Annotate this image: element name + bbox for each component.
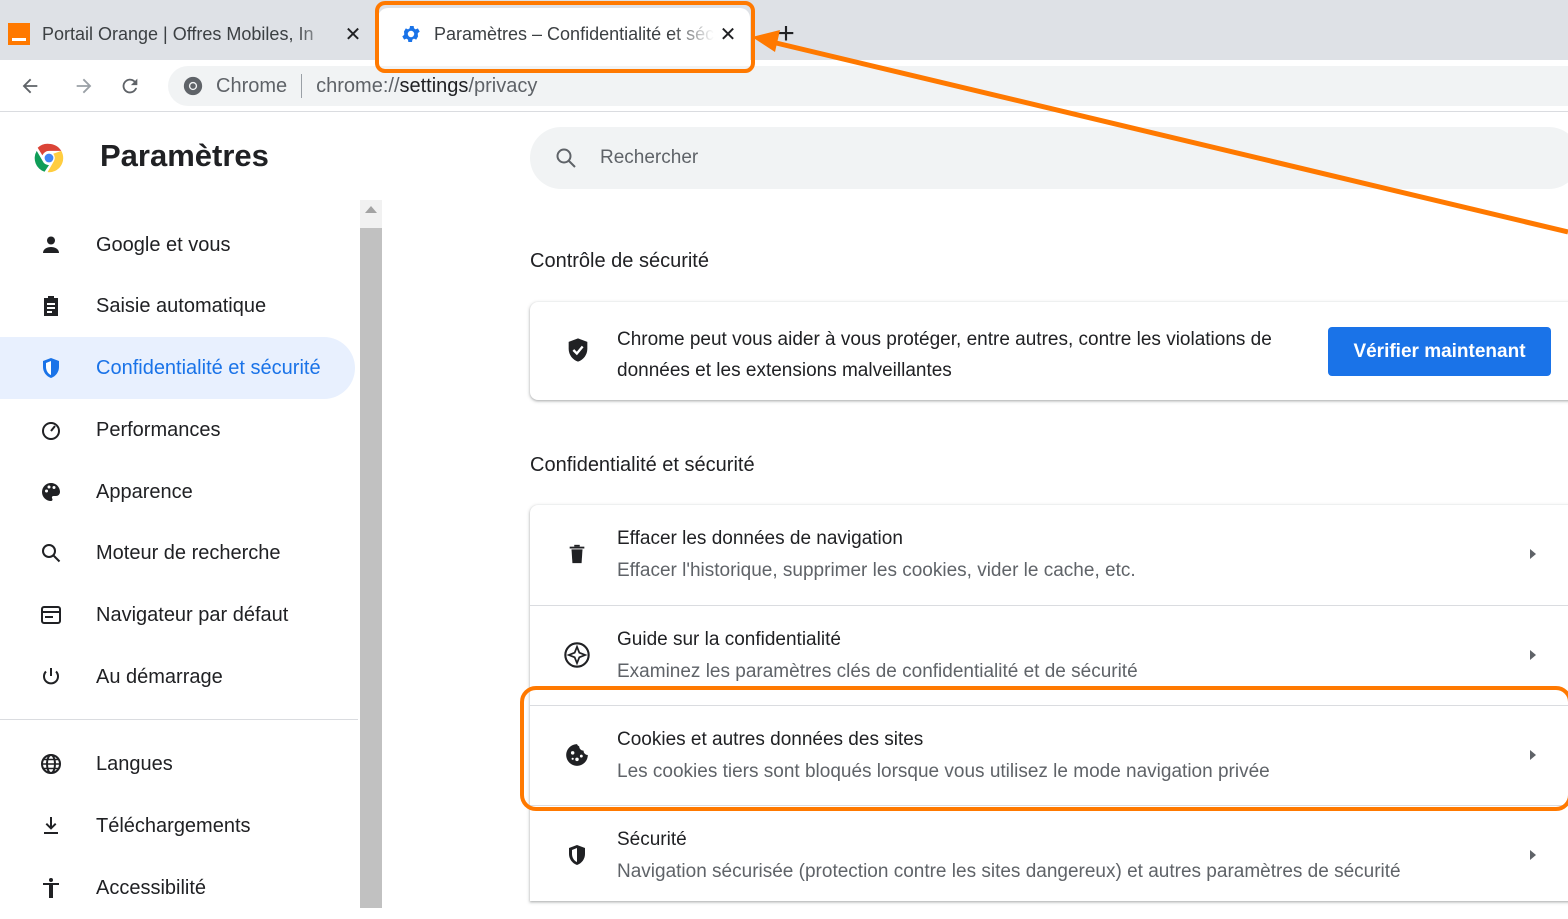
reload-icon[interactable] xyxy=(112,68,148,104)
sidebar-item-autofill[interactable]: Saisie automatique xyxy=(0,275,355,337)
power-icon xyxy=(36,662,66,692)
highlight-settings-tab xyxy=(375,1,755,73)
sidebar-item-startup[interactable]: Au démarrage xyxy=(0,646,355,708)
globe-icon xyxy=(36,749,66,779)
row-subtitle: Effacer l'historique, supprimer les cook… xyxy=(617,560,1136,581)
sidebar-item-label: Téléchargements xyxy=(96,814,251,837)
row-title: Guide sur la confidentialité xyxy=(617,629,841,650)
palette-icon xyxy=(36,477,66,507)
scroll-thumb[interactable] xyxy=(360,228,382,908)
close-icon[interactable]: ✕ xyxy=(339,20,367,48)
safety-check-text: Chrome peut vous aider à vous protéger, … xyxy=(617,329,1272,381)
sidebar-item-downloads[interactable]: Téléchargements xyxy=(0,795,355,857)
chrome-small-icon xyxy=(183,76,203,96)
arrow-right-icon xyxy=(1530,549,1536,559)
shield-check-icon xyxy=(568,338,588,362)
chrome-logo-icon xyxy=(34,143,64,173)
tab-title: Portail Orange | Offres Mobiles, In xyxy=(42,23,314,44)
sidebar-scrollbar[interactable] xyxy=(360,200,382,908)
row-title: Sécurité xyxy=(617,829,687,850)
sidebar-item-google[interactable]: Google et vous xyxy=(0,214,355,276)
accessibility-icon xyxy=(36,873,66,903)
sidebar-item-label: Saisie automatique xyxy=(96,294,267,317)
sidebar-item-languages[interactable]: Langues xyxy=(0,733,355,795)
shield-icon xyxy=(36,353,66,383)
sidebar-item-label: Confidentialité et sécurité xyxy=(96,356,321,379)
person-icon xyxy=(36,230,66,260)
sidebar-item-label: Apparence xyxy=(96,480,193,503)
tab-orange-portal[interactable]: Portail Orange | Offres Mobiles, In ✕ xyxy=(0,8,375,60)
safety-check-card: Chrome peut vous aider à vous protéger, … xyxy=(530,302,1568,400)
sidebar-item-performance[interactable]: Performances xyxy=(0,399,355,461)
speedometer-icon xyxy=(36,415,66,445)
omnibox-separator xyxy=(301,74,303,98)
clipboard-icon xyxy=(36,291,66,321)
arrow-right-icon xyxy=(1530,650,1536,660)
sidebar-item-search-engine[interactable]: Moteur de recherche xyxy=(0,522,355,584)
sidebar-item-appearance[interactable]: Apparence xyxy=(0,461,355,523)
search-input[interactable]: Rechercher xyxy=(530,127,1568,189)
arrow-right-icon xyxy=(1530,850,1536,860)
browser-icon xyxy=(36,600,66,630)
search-icon xyxy=(556,148,576,168)
download-icon xyxy=(36,811,66,841)
row-title: Effacer les données de navigation xyxy=(617,528,903,549)
scroll-up-icon[interactable] xyxy=(365,206,377,213)
sidebar-item-label: Performances xyxy=(96,418,221,441)
safety-check-heading: Contrôle de sécurité xyxy=(530,250,709,272)
row-subtitle: Navigation sécurisée (protection contre … xyxy=(617,861,1401,882)
new-tab-button[interactable]: + xyxy=(768,16,804,52)
sidebar-item-label: Navigateur par défaut xyxy=(96,603,289,626)
sidebar-item-label: Accessibilité xyxy=(96,876,207,899)
sidebar-item-default-browser[interactable]: Navigateur par défaut xyxy=(0,584,355,646)
orange-logo-icon xyxy=(8,23,30,45)
address-bar[interactable]: Chrome chrome://settings/privacy xyxy=(168,66,1568,106)
sidebar-divider xyxy=(0,719,358,720)
search-icon xyxy=(36,538,66,568)
tab-strip: Portail Orange | Offres Mobiles, In ✕ Pa… xyxy=(0,0,1568,60)
sidebar-item-privacy[interactable]: Confidentialité et sécurité xyxy=(0,337,355,399)
sidebar-item-label: Google et vous xyxy=(96,233,231,256)
row-clear-browsing-data[interactable]: Effacer les données de navigation Efface… xyxy=(530,505,1568,605)
page-title: Paramètres xyxy=(100,138,269,173)
sidebar-item-label: Moteur de recherche xyxy=(96,541,281,564)
search-placeholder: Rechercher xyxy=(600,147,699,168)
sidebar-item-label: Au démarrage xyxy=(96,665,223,688)
forward-icon[interactable] xyxy=(66,68,102,104)
back-icon[interactable] xyxy=(12,68,48,104)
highlight-cookies-row xyxy=(520,686,1568,811)
toolbar: Chrome chrome://settings/privacy xyxy=(0,60,1568,112)
omnibox-chrome-label: Chrome xyxy=(216,74,288,97)
sidebar-item-accessibility[interactable]: Accessibilité xyxy=(0,857,355,919)
row-security[interactable]: Sécurité Navigation sécurisée (protectio… xyxy=(530,805,1568,905)
trash-icon xyxy=(562,539,592,569)
sidebar-item-label: Langues xyxy=(96,752,173,775)
security-shield-icon xyxy=(562,840,592,870)
sidebar: Google et vous Saisie automatique Confid… xyxy=(0,212,360,901)
privacy-heading: Confidentialité et sécurité xyxy=(530,454,755,476)
row-subtitle: Examinez les paramètres clés de confiden… xyxy=(617,661,1138,682)
compass-icon xyxy=(562,640,592,670)
omnibox-url: chrome://settings/privacy xyxy=(316,74,538,97)
verify-now-button[interactable]: Vérifier maintenant xyxy=(1328,327,1551,376)
